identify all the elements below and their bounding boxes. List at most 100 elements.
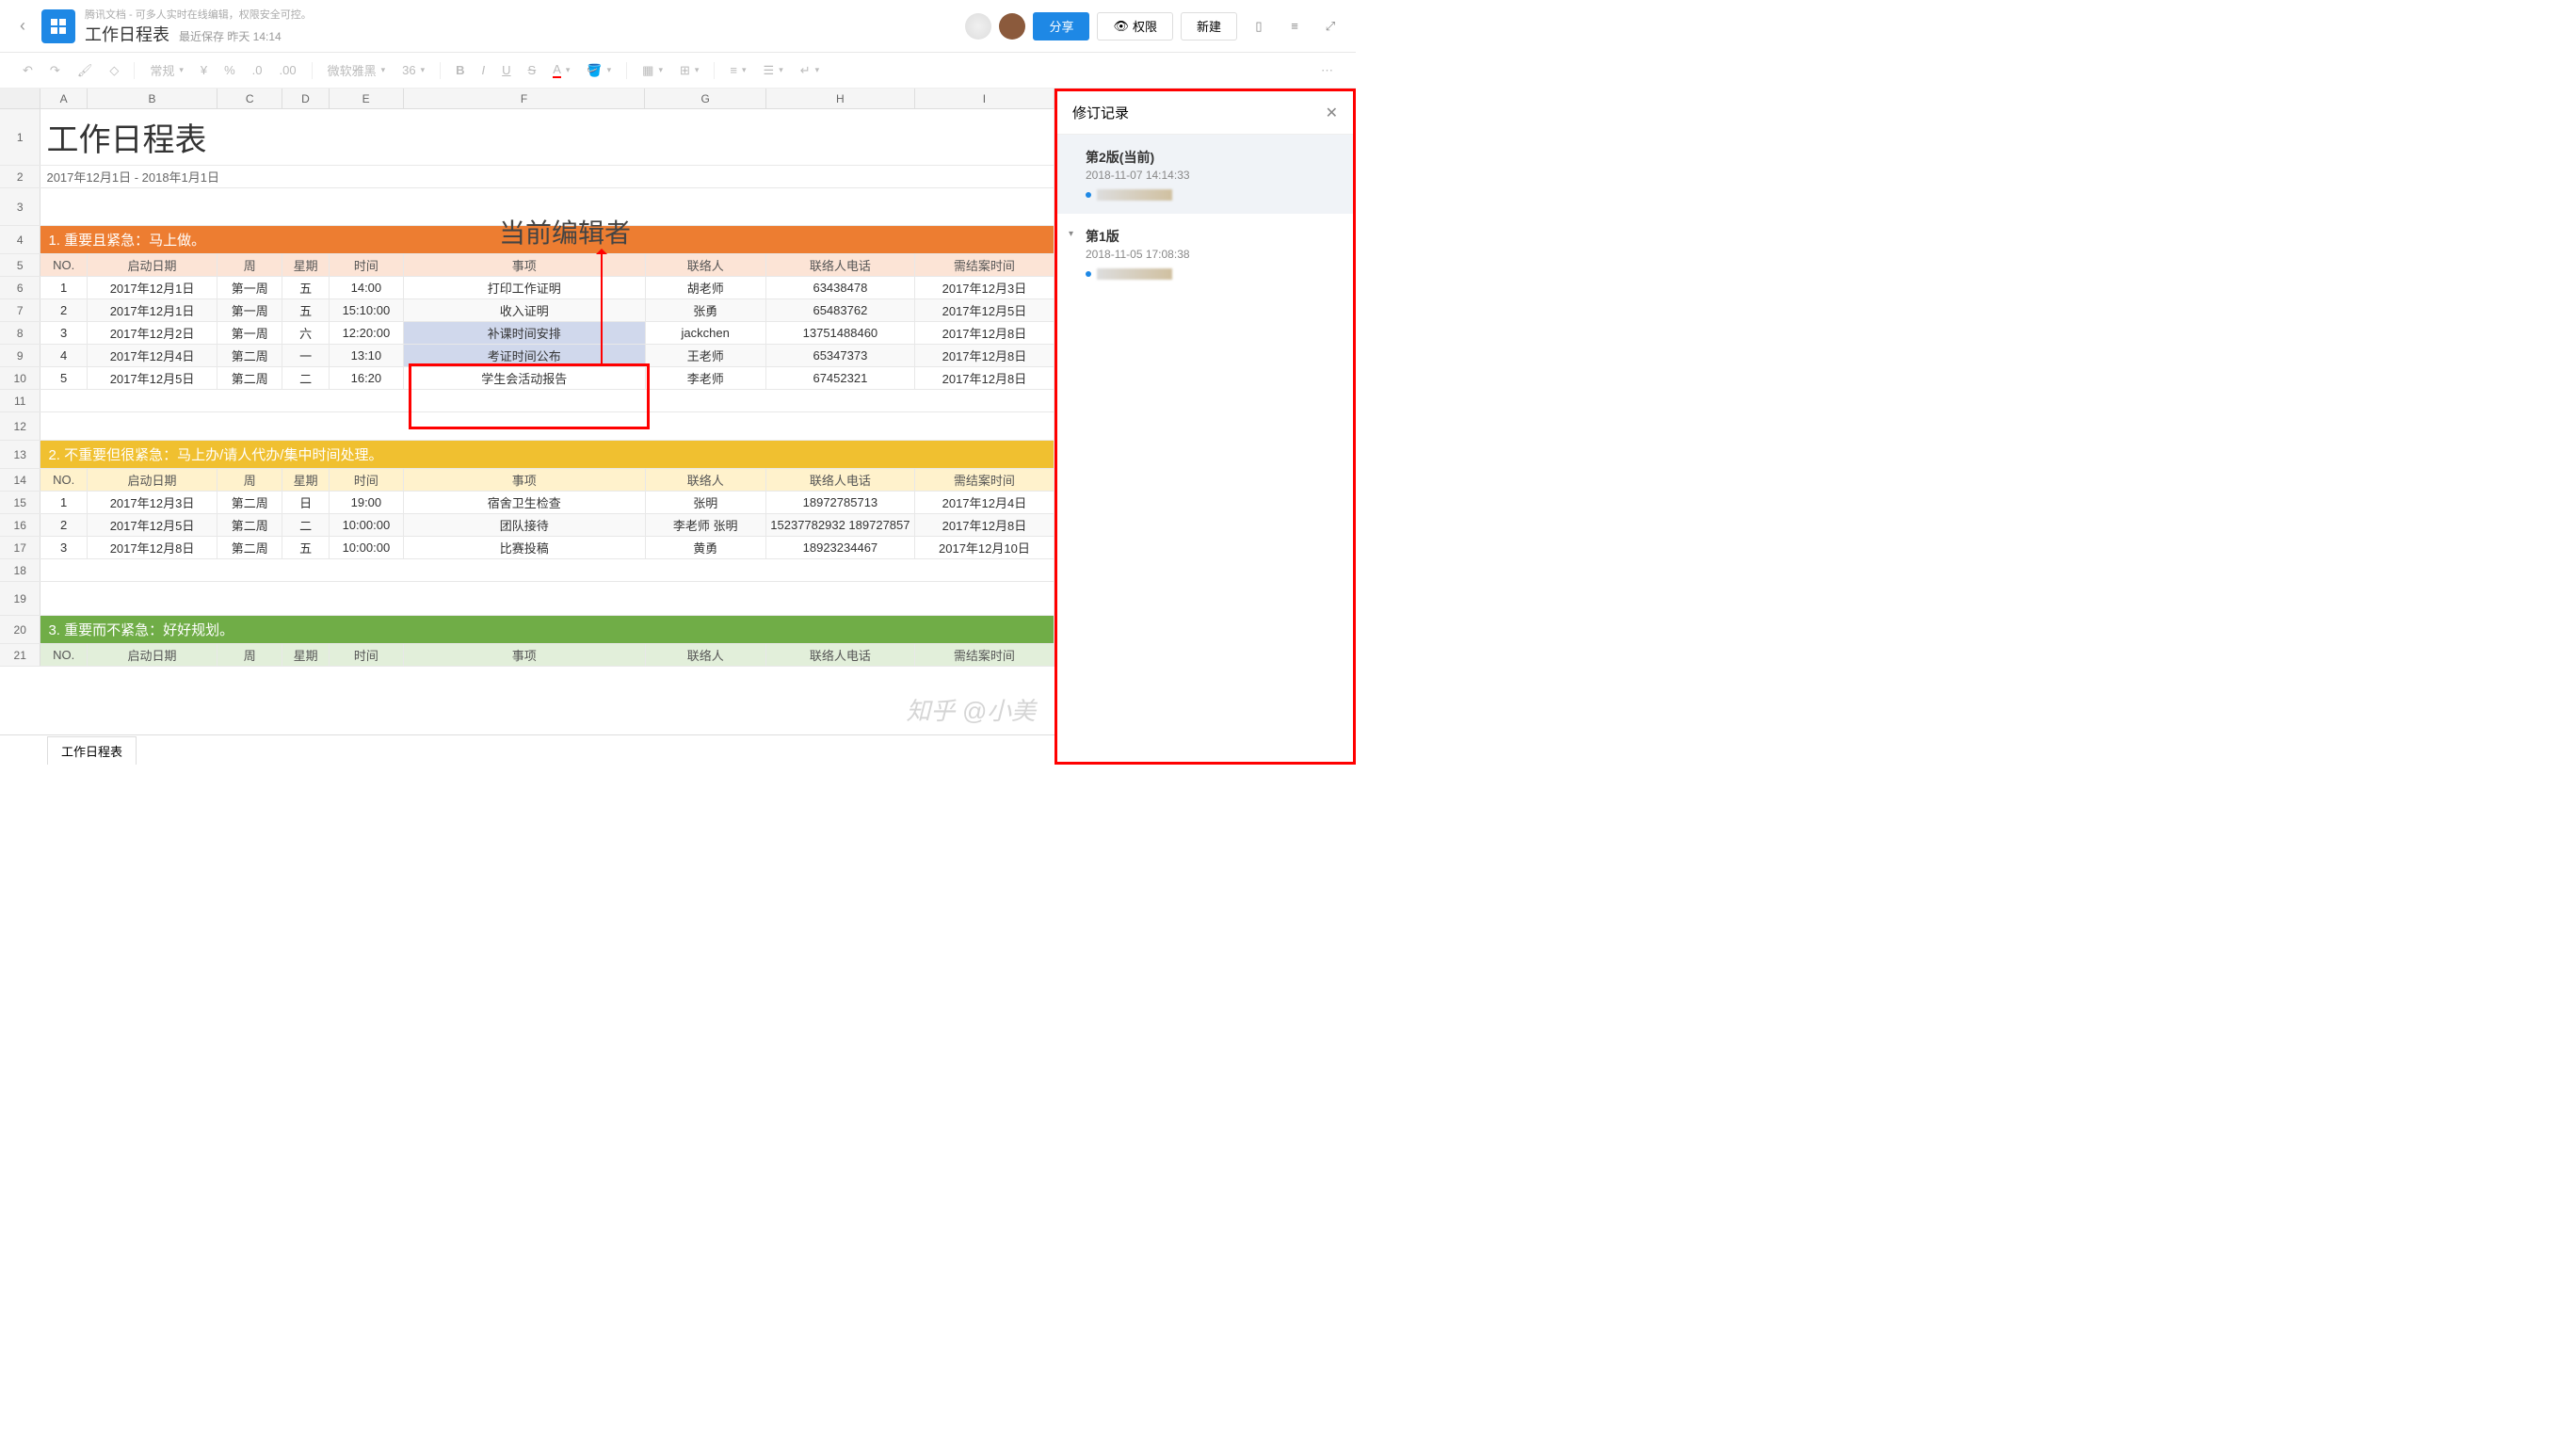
mobile-icon[interactable]: ▯ [1245,12,1273,40]
row-header[interactable]: 11 [0,390,40,411]
table-header-cell[interactable]: NO. [40,644,87,666]
row-header[interactable]: 19 [0,582,40,615]
back-button[interactable]: ‹ [11,15,34,38]
table-cell[interactable]: 10:00:00 [330,537,404,558]
border-button[interactable]: ▦ [636,61,668,80]
table-header-cell[interactable]: 联络人电话 [766,644,915,666]
table-cell[interactable]: 第二周 [217,492,282,513]
table-cell[interactable]: 2017年12月4日 [88,345,217,366]
row-header[interactable]: 13 [0,441,40,468]
table-cell[interactable]: 五 [282,537,329,558]
table-cell[interactable]: 团队接待 [404,514,646,536]
col-header[interactable]: B [88,89,217,108]
doc-title[interactable]: 工作日程表 [85,22,169,46]
table-cell[interactable]: 日 [282,492,329,513]
table-cell[interactable]: 宿舍卫生检查 [404,492,646,513]
table-cell[interactable]: 65347373 [766,345,915,366]
font-dropdown[interactable]: 微软雅黑 [322,59,392,81]
date-range[interactable]: 2017年12月1日 - 2018年1月1日 [40,166,1055,187]
table-cell[interactable]: 2 [40,299,87,321]
table-cell[interactable]: 2017年12月1日 [88,299,217,321]
table-cell[interactable]: 2017年12月10日 [915,537,1055,558]
table-header-cell[interactable]: 事项 [404,469,646,491]
row-header[interactable]: 8 [0,322,40,344]
more-button[interactable]: ⋯ [1315,61,1339,80]
table-header-cell[interactable]: NO. [40,254,87,276]
row-header[interactable]: 10 [0,367,40,389]
table-header-cell[interactable]: 星期 [282,469,329,491]
table-cell[interactable]: 1 [40,492,87,513]
table-cell[interactable]: 2 [40,514,87,536]
section-header[interactable]: 2. 不重要但很紧急：马上办/请人代办/集中时间处理。 [40,441,1055,468]
table-cell[interactable]: 2017年12月5日 [88,514,217,536]
expand-icon[interactable]: ⤢ [1316,12,1344,40]
table-cell[interactable]: 4 [40,345,87,366]
table-cell[interactable]: 二 [282,514,329,536]
redo-button[interactable]: ↷ [44,61,66,80]
table-cell[interactable]: 黄勇 [646,537,766,558]
table-header-cell[interactable]: 时间 [330,254,404,276]
table-cell[interactable]: 1 [40,277,87,298]
expand-caret-icon[interactable]: ▾ [1069,229,1073,239]
table-header-cell[interactable]: 时间 [330,644,404,666]
font-size-dropdown[interactable]: 36 [396,61,430,79]
row-header[interactable]: 17 [0,537,40,558]
table-cell[interactable]: 六 [282,322,329,344]
table-cell[interactable]: 12:20:00 [330,322,404,344]
currency-button[interactable]: ¥ [195,61,213,79]
sheet-title[interactable]: 工作日程表 [40,109,1055,165]
table-cell[interactable]: 2017年12月5日 [915,299,1055,321]
table-cell[interactable]: 补课时间安排 [404,322,646,344]
table-header-cell[interactable]: 需结案时间 [915,644,1055,666]
table-cell[interactable]: 胡老师 [646,277,766,298]
table-header-cell[interactable]: 启动日期 [88,254,217,276]
menu-icon[interactable]: ≡ [1280,12,1309,40]
table-cell[interactable]: 收入证明 [404,299,646,321]
table-cell[interactable]: 第一周 [217,277,282,298]
table-header-cell[interactable]: 需结案时间 [915,469,1055,491]
grid[interactable]: 1 工作日程表 2 2017年12月1日 - 2018年1月1日 3 4 1. … [0,109,1055,734]
table-cell[interactable]: 5 [40,367,87,389]
table-header-cell[interactable]: 启动日期 [88,469,217,491]
table-header-cell[interactable]: 联络人 [646,254,766,276]
table-header-cell[interactable]: 星期 [282,254,329,276]
align-v-button[interactable]: ☰ [758,61,789,80]
table-cell[interactable]: 19:00 [330,492,404,513]
col-header[interactable]: E [330,89,404,108]
table-cell[interactable]: 18923234467 [766,537,915,558]
table-cell[interactable]: 2017年12月3日 [88,492,217,513]
col-header[interactable]: A [40,89,87,108]
table-cell[interactable]: 2017年12月8日 [915,514,1055,536]
table-cell[interactable]: 第二周 [217,537,282,558]
number-format-dropdown[interactable]: 常规 [144,59,189,81]
row-header[interactable]: 6 [0,277,40,298]
table-header-cell[interactable]: 事项 [404,254,646,276]
percent-button[interactable]: % [218,61,241,79]
row-header[interactable]: 5 [0,254,40,276]
table-cell[interactable]: 五 [282,299,329,321]
new-button[interactable]: 新建 [1181,12,1237,40]
col-header[interactable]: H [766,89,915,108]
undo-button[interactable]: ↶ [17,61,39,80]
table-cell[interactable]: 李老师 [646,367,766,389]
italic-button[interactable]: I [476,61,491,79]
select-all-corner[interactable] [0,89,40,108]
table-cell[interactable]: 13751488460 [766,322,915,344]
row-header[interactable]: 14 [0,469,40,491]
align-h-button[interactable]: ≡ [724,61,751,79]
table-header-cell[interactable]: 需结案时间 [915,254,1055,276]
user-avatar[interactable] [999,13,1025,40]
table-cell[interactable]: 10:00:00 [330,514,404,536]
table-cell[interactable]: 学生会活动报告 [404,367,646,389]
table-cell[interactable]: 第一周 [217,299,282,321]
section-header[interactable]: 3. 重要而不紧急：好好规划。 [40,616,1055,643]
table-header-cell[interactable]: 联络人 [646,469,766,491]
table-header-cell[interactable]: 启动日期 [88,644,217,666]
row-header[interactable]: 16 [0,514,40,536]
col-header[interactable]: I [915,89,1055,108]
table-cell[interactable]: 2017年12月5日 [88,367,217,389]
row-header[interactable]: 21 [0,644,40,666]
table-header-cell[interactable]: 周 [217,644,282,666]
col-header[interactable]: D [282,89,329,108]
table-cell[interactable]: 15:10:00 [330,299,404,321]
